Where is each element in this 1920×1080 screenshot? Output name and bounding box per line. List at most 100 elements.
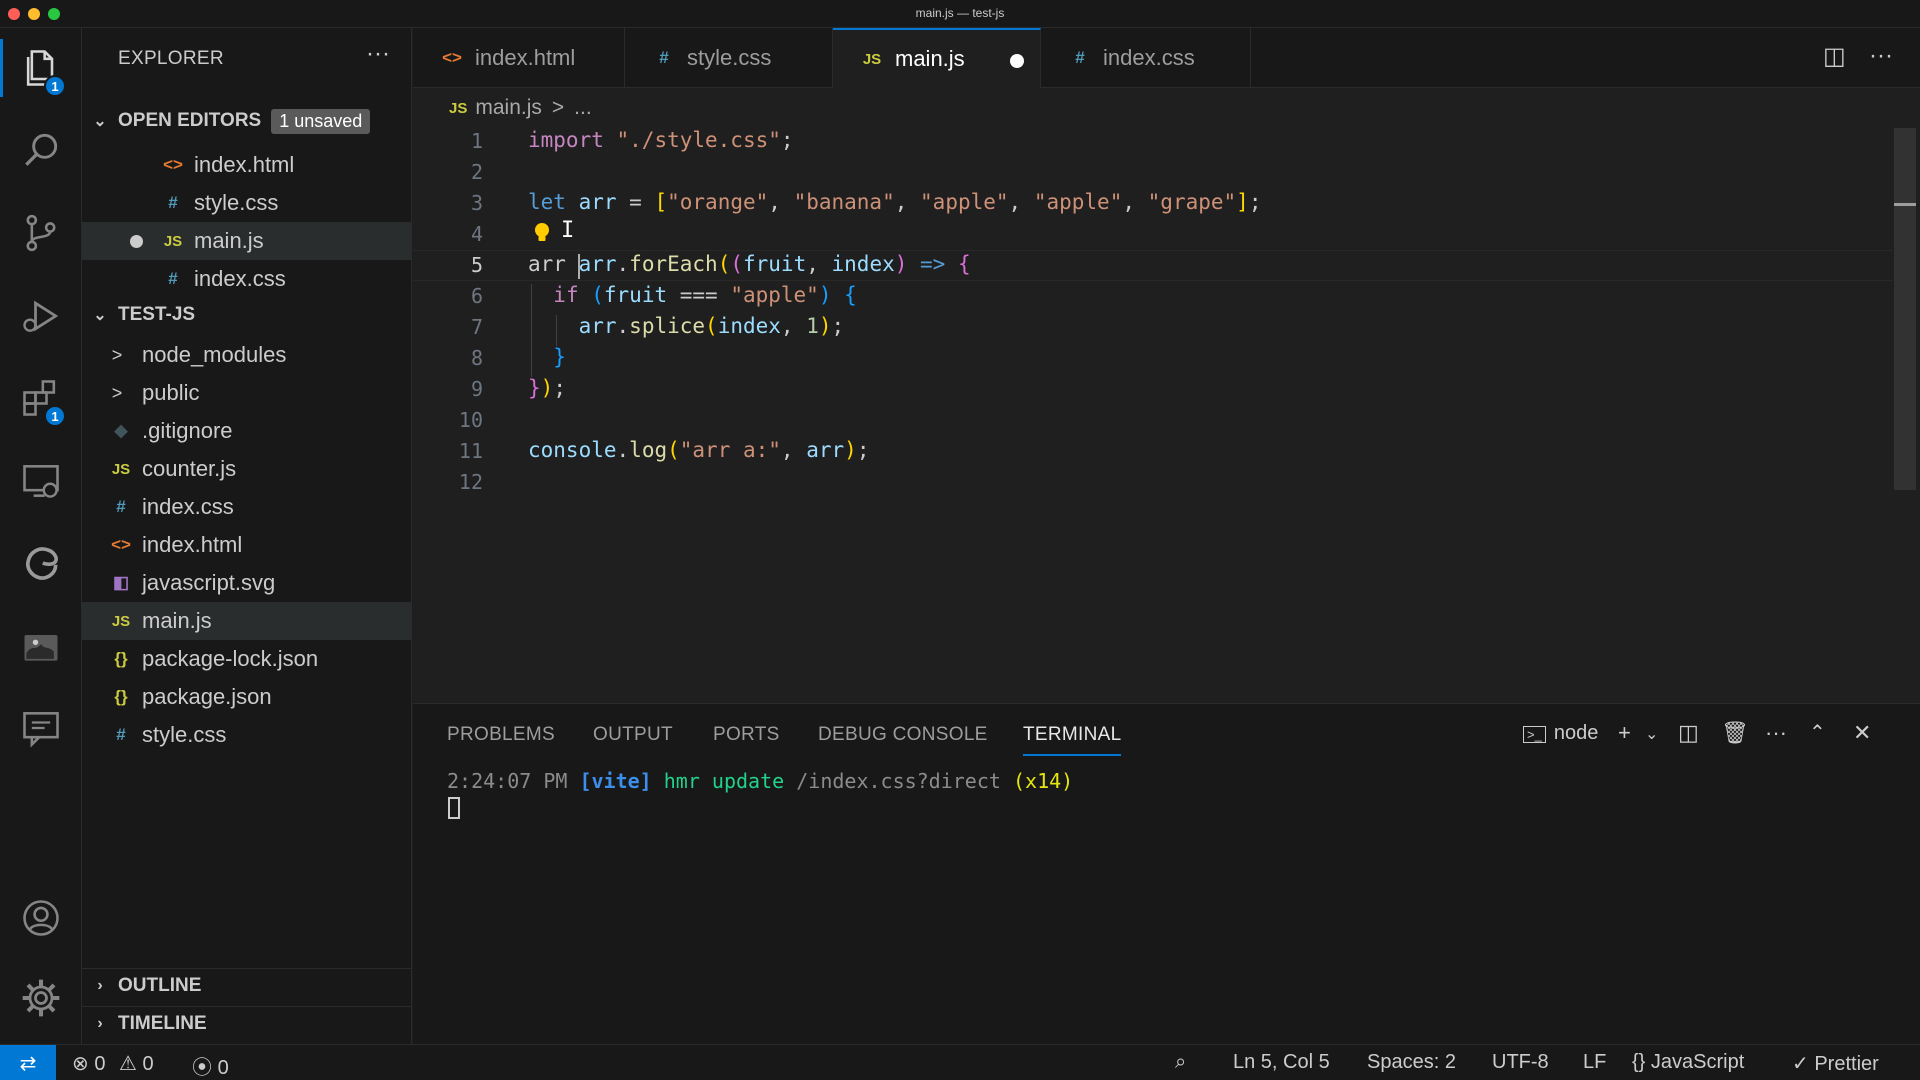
- more-actions-icon[interactable]: ···: [1765, 720, 1787, 746]
- trash-icon[interactable]: 🗑: [1721, 720, 1749, 746]
- source-control-icon: [26, 214, 56, 252]
- extensions-badge: 1: [44, 405, 66, 427]
- tab-style-css[interactable]: # style.css: [625, 28, 833, 88]
- breadcrumb-file[interactable]: main.js: [475, 96, 542, 120]
- tree-item-file[interactable]: {} package-lock.json: [82, 640, 412, 678]
- editor-scrollbar[interactable]: [1894, 128, 1916, 490]
- tab-debug-console[interactable]: DEBUG CONSOLE: [818, 724, 988, 746]
- editor-tabs: <> index.html # style.css JS main.js # i…: [413, 28, 1920, 88]
- folder-header[interactable]: ⌄ TEST-JS: [82, 298, 412, 332]
- open-editor-item[interactable]: <> index.html: [82, 146, 412, 184]
- more-actions-icon[interactable]: ···: [366, 40, 390, 68]
- lightbulb-icon[interactable]: [532, 221, 552, 249]
- css-file-icon: #: [116, 725, 126, 744]
- tab-index-html[interactable]: <> index.html: [413, 28, 625, 88]
- tab-main-js[interactable]: JS main.js: [833, 28, 1041, 88]
- source-control-activity-button[interactable]: [0, 198, 82, 268]
- tree-item-label: public: [142, 380, 200, 405]
- manage-activity-button[interactable]: [0, 963, 82, 1033]
- remote-icon: ⇄: [19, 1052, 37, 1075]
- outline-header[interactable]: › OUTLINE: [82, 968, 412, 1002]
- extensions-activity-button[interactable]: 1: [0, 363, 82, 433]
- bottom-panel: PROBLEMS OUTPUT PORTS DEBUG CONSOLE TERM…: [413, 703, 1920, 1044]
- prettier-status[interactable]: ✓ Prettier: [1792, 1051, 1879, 1076]
- title-bar: main.js — test-js: [0, 0, 1920, 28]
- tree-item-label: javascript.svg: [142, 570, 276, 595]
- terminal-output-line: 2:24:07 PM [vite] hmr update /index.css?…: [447, 769, 1074, 793]
- error-icon: ⊗: [72, 1053, 89, 1075]
- split-editor-icon[interactable]: ◫: [1823, 42, 1846, 71]
- split-terminal-icon[interactable]: ◫: [1678, 720, 1699, 746]
- accounts-activity-button[interactable]: [0, 883, 82, 953]
- line-number: 6: [470, 284, 483, 308]
- tree-item-label: style.css: [142, 722, 227, 747]
- docker-activity-button[interactable]: [0, 611, 82, 681]
- code-editor[interactable]: 1 2 3 4 5 6 7 8 9 10 11 12 import "./sty…: [413, 128, 1920, 703]
- eol-status[interactable]: LF: [1583, 1051, 1606, 1074]
- double-check-icon: ✓: [1792, 1053, 1809, 1075]
- cursor-position[interactable]: Ln 5, Col 5: [1233, 1051, 1330, 1074]
- language-label: JavaScript: [1650, 1051, 1745, 1073]
- language-mode[interactable]: {} JavaScript: [1632, 1051, 1744, 1074]
- maximize-panel-icon[interactable]: ⌃: [1809, 720, 1826, 745]
- remote-indicator-button[interactable]: ⇄: [0, 1045, 56, 1080]
- line-number: 3: [470, 191, 483, 215]
- open-editor-label: index.html: [194, 152, 295, 177]
- remote-explorer-activity-button[interactable]: [0, 446, 82, 516]
- tree-item-file[interactable]: JS main.js: [82, 602, 412, 640]
- tree-item-file[interactable]: # index.css: [82, 488, 412, 526]
- code-line-1: import "./style.css";: [528, 128, 794, 152]
- tree-item-file[interactable]: {} package.json: [82, 678, 412, 716]
- open-editor-item[interactable]: JS main.js: [82, 222, 412, 260]
- breadcrumb: JS main.js > ...: [413, 88, 1920, 128]
- terminal-icon: >_: [1523, 726, 1546, 743]
- chat-activity-button[interactable]: [0, 693, 82, 763]
- ports-status[interactable]: ⦿ 0: [192, 1051, 229, 1080]
- search-activity-button[interactable]: [0, 115, 82, 185]
- zoom-icon[interactable]: ⌕: [1175, 1051, 1186, 1074]
- edge-devtools-activity-button[interactable]: [0, 528, 82, 598]
- tab-label: index.css: [1103, 45, 1195, 70]
- encoding-status[interactable]: UTF-8: [1492, 1051, 1549, 1074]
- tree-item-folder[interactable]: > node_modules: [82, 336, 412, 374]
- error-count: 0: [94, 1053, 106, 1075]
- explorer-activity-button[interactable]: 1: [0, 33, 82, 103]
- open-editor-item[interactable]: # style.css: [82, 184, 412, 222]
- tree-item-file[interactable]: ◧ javascript.svg: [82, 564, 412, 602]
- window-title: main.js — test-js: [915, 6, 1005, 20]
- tree-item-folder[interactable]: > public: [82, 374, 412, 412]
- tab-problems[interactable]: PROBLEMS: [447, 724, 555, 746]
- code-line-6: if (fruit === "apple") {: [553, 283, 857, 307]
- terminal-name: node: [1553, 722, 1599, 744]
- comment-icon: [23, 712, 59, 748]
- chevron-right-icon: >: [111, 382, 123, 403]
- run-debug-activity-button[interactable]: [0, 281, 82, 351]
- code-line-9: });: [528, 376, 566, 400]
- tab-output[interactable]: OUTPUT: [593, 724, 673, 746]
- js-file-icon: JS: [111, 612, 131, 630]
- chevron-down-icon[interactable]: ⌄: [1645, 724, 1658, 744]
- new-terminal-icon[interactable]: +: [1618, 720, 1631, 746]
- tree-item-file[interactable]: ◆ .gitignore: [82, 412, 412, 450]
- breadcrumb-symbols[interactable]: ...: [574, 96, 592, 120]
- indentation-status[interactable]: Spaces: 2: [1367, 1051, 1456, 1074]
- tab-ports[interactable]: PORTS: [713, 724, 780, 746]
- html-file-icon: <>: [442, 48, 462, 67]
- unsaved-dot-icon[interactable]: [1010, 54, 1024, 68]
- tab-terminal[interactable]: TERMINAL: [1023, 724, 1122, 756]
- timeline-header[interactable]: › TIMELINE: [82, 1006, 412, 1040]
- code-line-5: arr arr.forEach((fruit, index) => {: [528, 252, 971, 276]
- problems-status[interactable]: ⊗ 0 ⚠ 0: [72, 1051, 154, 1076]
- tree-item-file[interactable]: <> index.html: [82, 526, 412, 564]
- tree-item-file[interactable]: # style.css: [82, 716, 412, 754]
- tab-index-css[interactable]: # index.css: [1041, 28, 1251, 88]
- line-number: 11: [458, 439, 483, 463]
- close-icon[interactable]: ✕: [1853, 720, 1871, 746]
- open-editor-item[interactable]: # index.css: [82, 260, 412, 298]
- tree-item-file[interactable]: JS counter.js: [82, 450, 412, 488]
- open-editors-header[interactable]: ⌄ OPEN EDITORS 1 unsaved: [82, 104, 412, 138]
- terminal-selector[interactable]: >_ node: [1523, 722, 1598, 745]
- ports-count: 0: [217, 1057, 229, 1079]
- more-actions-icon[interactable]: ···: [1869, 42, 1893, 70]
- css-file-icon: #: [116, 497, 126, 516]
